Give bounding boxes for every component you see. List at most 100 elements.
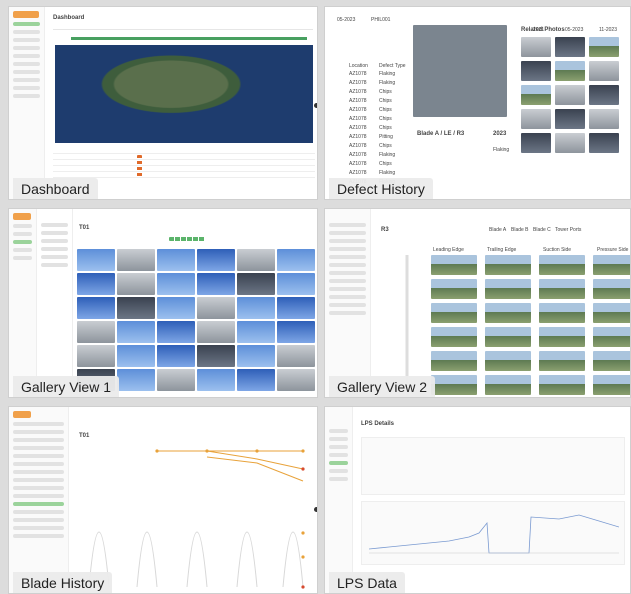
tile-lps-data[interactable]: LPS Details LPS Data <box>324 406 631 594</box>
related-photo-thumb[interactable] <box>589 109 619 129</box>
filter-date[interactable]: 05-2023 <box>337 17 355 23</box>
side-photo[interactable] <box>539 303 585 323</box>
side-photo[interactable] <box>485 351 531 371</box>
gallery-photo[interactable] <box>117 273 155 295</box>
side-photo[interactable] <box>431 279 477 299</box>
side-photo[interactable] <box>431 255 477 275</box>
gallery-photo[interactable] <box>197 345 235 367</box>
related-photo-thumb[interactable] <box>589 61 619 81</box>
defect-row-type[interactable]: Chips <box>379 107 392 113</box>
gallery-photo[interactable] <box>157 249 195 271</box>
gallery-photo[interactable] <box>237 297 275 319</box>
tile-defect-history[interactable]: 05-2023 PHIL001 Location Defect Type AZ1… <box>324 6 631 200</box>
tab-tower-ports[interactable]: Tower Ports <box>555 227 581 233</box>
gallery-photo[interactable] <box>277 249 315 271</box>
related-photo-thumb[interactable] <box>521 37 551 57</box>
tile-blade-history[interactable]: T01 Blade History <box>8 406 318 594</box>
tile-gallery-view-2[interactable]: R3 Blade A Blade B Blade C Tower Ports L… <box>324 208 631 398</box>
tab-blade-a[interactable]: Blade A <box>489 227 506 233</box>
side-photo[interactable] <box>593 279 630 299</box>
defect-row-type[interactable]: Chips <box>379 89 392 95</box>
tab-blade-b[interactable]: Blade B <box>511 227 529 233</box>
side-photo[interactable] <box>431 303 477 323</box>
gallery-photo[interactable] <box>277 297 315 319</box>
defect-row-type[interactable]: Pitting <box>379 134 393 140</box>
gallery-photo[interactable] <box>237 345 275 367</box>
defect-row-location[interactable]: AZ1078 <box>349 170 367 176</box>
gallery-photo[interactable] <box>117 321 155 343</box>
tab-blade-c[interactable]: Blade C <box>533 227 551 233</box>
side-photo[interactable] <box>431 375 477 395</box>
defect-row-location[interactable]: AZ1078 <box>349 152 367 158</box>
turbine-map[interactable] <box>55 45 313 143</box>
gallery-photo[interactable] <box>157 273 195 295</box>
side-photo[interactable] <box>593 255 630 275</box>
related-photo-thumb[interactable] <box>555 109 585 129</box>
side-photo[interactable] <box>431 327 477 347</box>
gallery-photo[interactable] <box>237 321 275 343</box>
gallery-photo[interactable] <box>77 297 115 319</box>
side-photo[interactable] <box>539 327 585 347</box>
defect-row-type[interactable]: Chips <box>379 116 392 122</box>
gallery-photo[interactable] <box>237 369 275 391</box>
gallery-photo[interactable] <box>157 297 195 319</box>
related-photo-thumb[interactable] <box>521 61 551 81</box>
related-photo-thumb[interactable] <box>589 37 619 57</box>
defect-row-location[interactable]: AZ1078 <box>349 98 367 104</box>
side-photo[interactable] <box>593 375 630 395</box>
side-photo[interactable] <box>539 255 585 275</box>
side-photo[interactable] <box>431 351 477 371</box>
related-photo-thumb[interactable] <box>521 133 551 153</box>
gallery-photo[interactable] <box>117 249 155 271</box>
defect-photo[interactable] <box>413 25 507 117</box>
side-photo[interactable] <box>485 303 531 323</box>
gallery-photo[interactable] <box>157 321 195 343</box>
gallery-photo[interactable] <box>197 321 235 343</box>
side-photo[interactable] <box>485 375 531 395</box>
defect-row-type[interactable]: Chips <box>379 161 392 167</box>
defect-row-type[interactable]: Chips <box>379 143 392 149</box>
gallery-photo[interactable] <box>117 345 155 367</box>
defect-row-location[interactable]: AZ1078 <box>349 161 367 167</box>
side-photo[interactable] <box>485 255 531 275</box>
defect-row-location[interactable]: AZ1078 <box>349 80 367 86</box>
gallery-photo[interactable] <box>77 345 115 367</box>
gallery-photo[interactable] <box>277 273 315 295</box>
blade-tabs[interactable] <box>169 237 205 241</box>
related-photo-thumb[interactable] <box>555 133 585 153</box>
related-photo-thumb[interactable] <box>589 85 619 105</box>
defect-row-type[interactable]: Flaking <box>379 80 395 86</box>
gallery-photo[interactable] <box>237 273 275 295</box>
gallery-photo[interactable] <box>197 297 235 319</box>
defect-row-location[interactable]: AZ1078 <box>349 116 367 122</box>
gallery-photo[interactable] <box>277 369 315 391</box>
side-photo[interactable] <box>539 279 585 299</box>
defect-row-location[interactable]: AZ1078 <box>349 125 367 131</box>
defect-row-location[interactable]: AZ1078 <box>349 143 367 149</box>
defect-row-location[interactable]: AZ1078 <box>349 89 367 95</box>
defect-row-location[interactable]: AZ1078 <box>349 71 367 77</box>
related-photo-thumb[interactable] <box>521 109 551 129</box>
gallery-photo[interactable] <box>77 321 115 343</box>
related-photo-thumb[interactable] <box>521 85 551 105</box>
gallery-photo[interactable] <box>117 297 155 319</box>
related-photo-thumb[interactable] <box>555 61 585 81</box>
side-photo[interactable] <box>485 327 531 347</box>
gallery-photo[interactable] <box>197 273 235 295</box>
defect-row-type[interactable]: Flaking <box>379 170 395 176</box>
gallery-photo[interactable] <box>117 369 155 391</box>
gallery-photo[interactable] <box>237 249 275 271</box>
gallery-photo[interactable] <box>157 369 195 391</box>
defect-row-location[interactable]: AZ1078 <box>349 107 367 113</box>
defect-row-type[interactable]: Chips <box>379 98 392 104</box>
related-photo-thumb[interactable] <box>555 37 585 57</box>
gallery-photo[interactable] <box>77 273 115 295</box>
gallery-photo[interactable] <box>277 345 315 367</box>
side-photo[interactable] <box>485 279 531 299</box>
tile-dashboard[interactable]: Dashboard Dashboard <box>8 6 318 200</box>
gallery-photo[interactable] <box>277 321 315 343</box>
defect-row-location[interactable]: AZ1078 <box>349 134 367 140</box>
defect-row-type[interactable]: Flaking <box>379 71 395 77</box>
gallery-photo[interactable] <box>77 249 115 271</box>
gallery-photo[interactable] <box>157 345 195 367</box>
